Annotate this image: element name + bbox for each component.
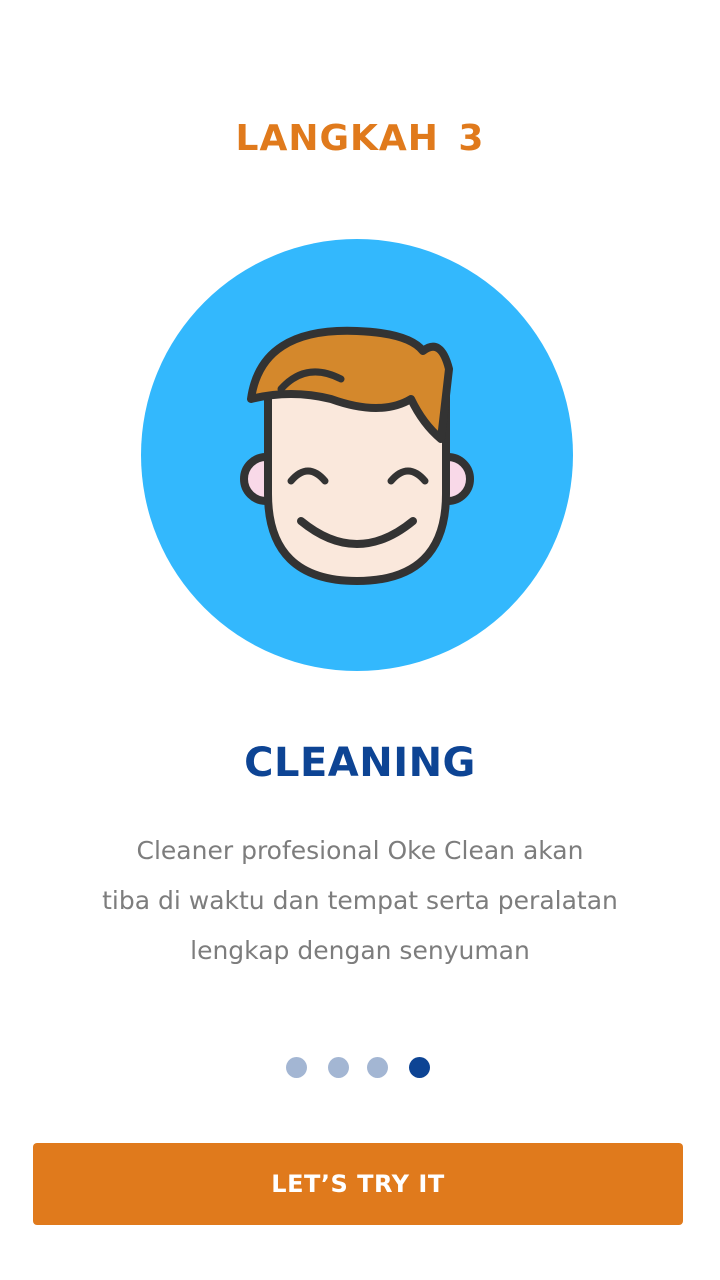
description-line: tiba di waktu dan tempat serta peralatan [102,886,618,915]
page-dot-2[interactable] [328,1057,349,1078]
step-heading: CLEANING [244,740,476,786]
step-title: LANGKAH 3 [235,118,485,159]
smiling-face-icon [141,239,573,671]
page-indicator [0,1057,720,1079]
page-dot-4-active[interactable] [409,1057,430,1078]
page-dot-3[interactable] [367,1057,388,1078]
page-dot-1[interactable] [286,1057,307,1078]
description-line: lengkap dengan senyuman [190,936,530,965]
step-description: Cleaner profesional Oke Clean akan tiba … [60,826,660,976]
lets-try-it-button[interactable]: LET’S TRY IT [33,1143,683,1225]
description-line: Cleaner profesional Oke Clean akan [136,836,584,865]
smiling-face-illustration [141,239,573,671]
